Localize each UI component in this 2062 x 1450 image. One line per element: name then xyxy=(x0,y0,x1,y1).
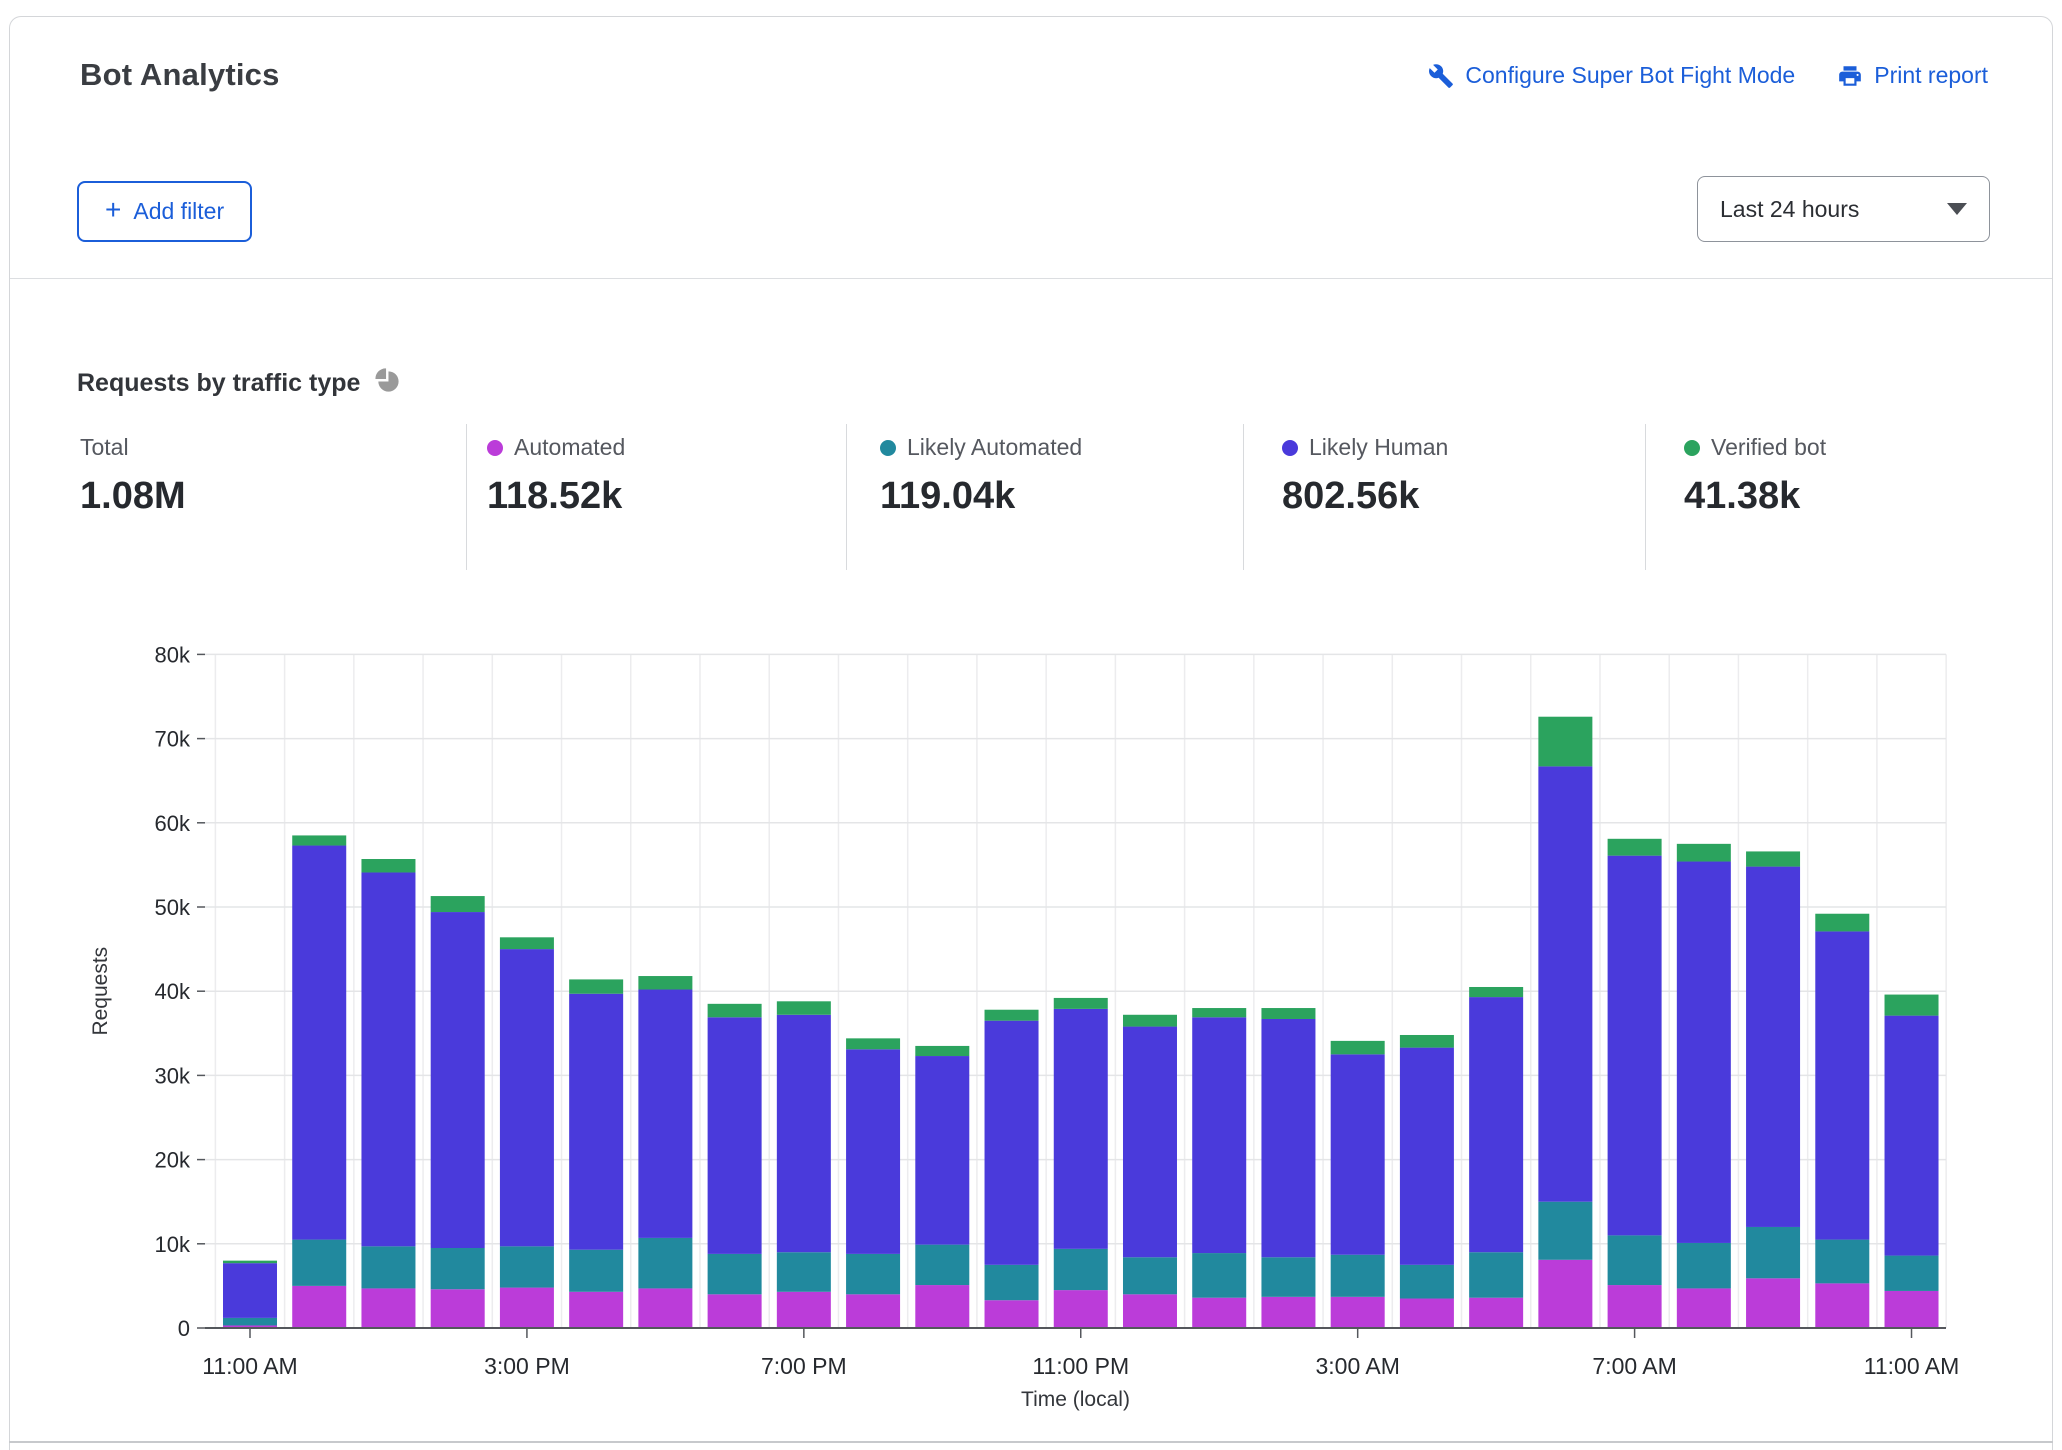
printer-icon xyxy=(1837,63,1863,89)
stat-value: 119.04k xyxy=(880,475,1082,518)
chevron-down-icon xyxy=(1947,203,1967,215)
stat-value: 802.56k xyxy=(1282,475,1448,518)
automated-legend-dot xyxy=(487,440,503,456)
stat-label: Likely Automated xyxy=(907,434,1082,461)
time-range-dropdown[interactable]: Last 24 hours xyxy=(1697,176,1990,242)
stat-automated: Automated 118.52k xyxy=(487,434,625,518)
stat-label: Likely Human xyxy=(1309,434,1448,461)
add-filter-button[interactable]: + Add filter xyxy=(77,181,252,242)
section-bottom-divider xyxy=(9,1441,2053,1443)
stat-likely-human: Likely Human 802.56k xyxy=(1282,434,1448,518)
stat-value: 1.08M xyxy=(80,475,186,518)
stat-divider xyxy=(466,424,467,570)
likely-automated-legend-dot xyxy=(880,440,896,456)
add-filter-label: Add filter xyxy=(133,198,224,225)
stat-label: Verified bot xyxy=(1711,434,1826,461)
stat-likely-automated: Likely Automated 119.04k xyxy=(880,434,1082,518)
likely-human-legend-dot xyxy=(1282,440,1298,456)
page-title: Bot Analytics xyxy=(80,57,280,93)
wrench-icon xyxy=(1428,63,1454,89)
stat-verified-bot: Verified bot 41.38k xyxy=(1684,434,1826,518)
print-report-link[interactable]: Print report xyxy=(1837,62,1988,89)
header-links: Configure Super Bot Fight Mode Print rep… xyxy=(1428,62,1988,89)
stat-divider xyxy=(1243,424,1244,570)
configure-link-label: Configure Super Bot Fight Mode xyxy=(1465,62,1795,89)
bot-analytics-page: Bot Analytics Configure Super Bot Fight … xyxy=(0,0,2062,1450)
stat-label: Total xyxy=(80,434,129,461)
configure-super-bot-fight-mode-link[interactable]: Configure Super Bot Fight Mode xyxy=(1428,62,1795,89)
time-range-value: Last 24 hours xyxy=(1720,196,1859,223)
stat-divider xyxy=(1645,424,1646,570)
plus-icon: + xyxy=(105,196,121,224)
stat-value: 41.38k xyxy=(1684,475,1826,518)
stat-label: Automated xyxy=(514,434,625,461)
verified-bot-legend-dot xyxy=(1684,440,1700,456)
stat-value: 118.52k xyxy=(487,475,625,518)
section-title: Requests by traffic type xyxy=(77,369,360,398)
stat-total: Total 1.08M xyxy=(80,434,186,518)
print-link-label: Print report xyxy=(1874,62,1988,89)
stat-divider xyxy=(846,424,847,570)
pie-chart-icon xyxy=(374,367,401,399)
header-divider xyxy=(10,278,2052,279)
